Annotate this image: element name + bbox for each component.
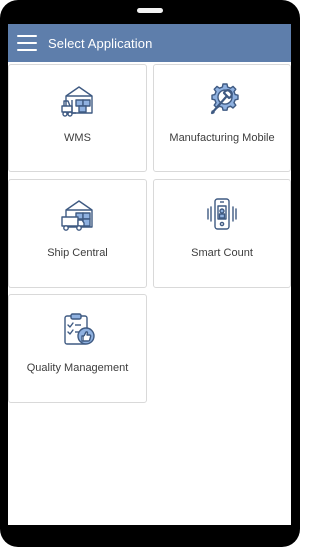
- top-app-bar: Select Application: [8, 24, 291, 62]
- app-tile-manufacturing-mobile[interactable]: Manufacturing Mobile: [153, 64, 291, 172]
- hamburger-menu-icon[interactable]: [8, 24, 38, 62]
- warehouse-forklift-icon: [58, 81, 98, 119]
- app-label-wms: WMS: [64, 132, 91, 144]
- app-label-manufacturing-mobile: Manufacturing Mobile: [169, 132, 275, 144]
- page-title: Select Application: [48, 35, 153, 51]
- speaker-slot: [137, 8, 163, 13]
- app-tile-wms[interactable]: WMS: [8, 64, 147, 172]
- clipboard-thumbs-up-icon: [58, 311, 98, 349]
- wrench-gear-icon: [202, 81, 242, 119]
- app-tile-smart-count[interactable]: Smart Count: [153, 179, 291, 288]
- app-label-quality-management: Quality Management: [26, 362, 129, 374]
- app-label-ship-central: Ship Central: [47, 247, 108, 259]
- app-label-smart-count: Smart Count: [191, 247, 253, 259]
- phone-frame: Select Application WMS Manufacturing Mob…: [0, 0, 300, 547]
- app-tile-quality-management[interactable]: Quality Management: [8, 294, 147, 403]
- warehouse-truck-icon: [58, 196, 98, 234]
- app-tile-ship-central[interactable]: Ship Central: [8, 179, 147, 288]
- app-screen: Select Application WMS Manufacturing Mob…: [8, 24, 291, 525]
- phone-scan-icon: [202, 196, 242, 234]
